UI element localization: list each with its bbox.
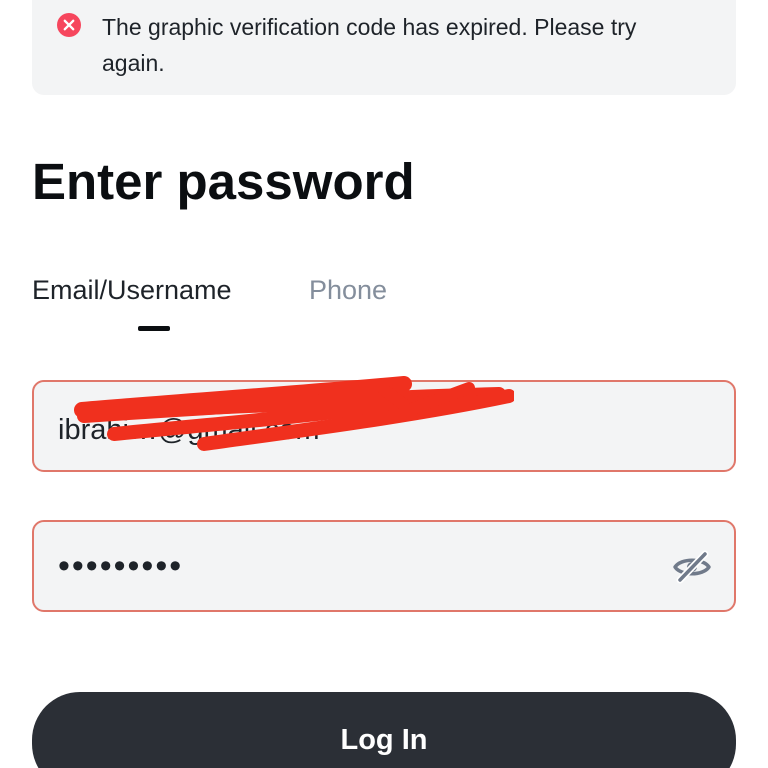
email-field[interactable] bbox=[32, 376, 736, 474]
email-input[interactable] bbox=[58, 386, 678, 474]
password-input[interactable] bbox=[58, 522, 678, 610]
login-button[interactable]: Log In bbox=[32, 692, 736, 768]
page-title: Enter password bbox=[32, 153, 415, 210]
tab-email-username[interactable]: Email/Username bbox=[32, 272, 232, 308]
active-tab-indicator bbox=[138, 326, 170, 331]
error-message: The graphic verification code has expire… bbox=[102, 14, 637, 76]
error-circle-icon bbox=[57, 13, 81, 37]
error-alert: The graphic verification code has expire… bbox=[32, 0, 736, 95]
login-button-label: Log In bbox=[340, 724, 428, 756]
tab-phone[interactable]: Phone bbox=[309, 272, 387, 308]
eye-off-icon[interactable] bbox=[672, 550, 712, 584]
login-page: The graphic verification code has expire… bbox=[0, 0, 768, 768]
password-field[interactable] bbox=[32, 520, 736, 612]
